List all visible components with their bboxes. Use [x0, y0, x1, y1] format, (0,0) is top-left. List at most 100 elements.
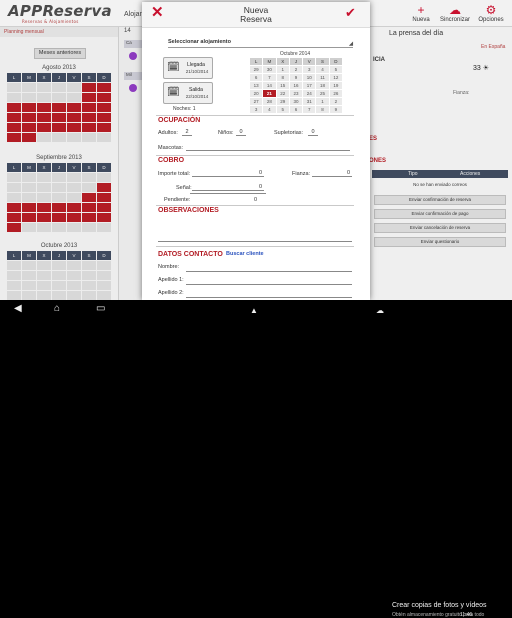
calendar-september[interactable]: LMXJVSD — [7, 163, 111, 232]
free-day-cell[interactable] — [37, 261, 51, 270]
occupied-day-cell[interactable] — [7, 113, 21, 122]
calendar-day[interactable]: 6 — [250, 74, 263, 81]
calendar-day[interactable]: 25 — [316, 90, 329, 97]
calendar-day[interactable]: 10 — [303, 74, 316, 81]
occupied-day-cell[interactable] — [97, 93, 111, 102]
children-input[interactable]: 0 — [236, 128, 246, 136]
free-day-cell[interactable] — [67, 133, 81, 142]
free-day-cell[interactable] — [22, 173, 36, 182]
occupied-day-cell[interactable] — [97, 83, 111, 92]
free-day-cell[interactable] — [97, 281, 111, 290]
calendar-day[interactable]: 9 — [289, 74, 303, 81]
send-booking-confirmation-button[interactable]: Enviar confirmación de reserva — [374, 195, 506, 205]
options-action[interactable]: ⚙ Opciones — [476, 4, 506, 24]
calendar-day[interactable]: 17 — [303, 82, 316, 89]
free-day-cell[interactable] — [67, 271, 81, 280]
free-day-cell[interactable] — [67, 261, 81, 270]
occupied-day-cell[interactable] — [22, 113, 36, 122]
occupied-day-cell[interactable] — [97, 183, 111, 192]
calendar-day[interactable]: 11 — [316, 74, 329, 81]
free-day-cell[interactable] — [7, 183, 21, 192]
free-day-cell[interactable] — [97, 173, 111, 182]
free-day-cell[interactable] — [7, 281, 21, 290]
calendar-day[interactable]: 30 — [289, 98, 303, 105]
occupied-day-cell[interactable] — [7, 123, 21, 132]
arrival-date-button[interactable]: 🗓 Llegada 21/10/2014 — [163, 57, 213, 79]
free-day-cell[interactable] — [67, 93, 81, 102]
free-day-cell[interactable] — [82, 271, 96, 280]
down-payment-input[interactable]: 0 — [192, 183, 264, 191]
calendar-day[interactable]: 3 — [250, 106, 263, 113]
free-day-cell[interactable] — [7, 193, 21, 202]
occupied-day-cell[interactable] — [82, 113, 96, 122]
sync-action[interactable]: ☁ Sincronizar — [440, 4, 470, 24]
departure-date-button[interactable]: 🗓 Salida 22/10/2014 — [163, 82, 213, 104]
free-day-cell[interactable] — [7, 271, 21, 280]
free-day-cell[interactable] — [97, 291, 111, 300]
occupied-day-cell[interactable] — [67, 203, 81, 212]
occupied-day-cell[interactable] — [97, 123, 111, 132]
free-day-cell[interactable] — [7, 83, 21, 92]
free-day-cell[interactable] — [22, 223, 36, 232]
calendar-day[interactable]: 12 — [329, 74, 342, 81]
new-reservation-action[interactable]: + Nueva — [406, 4, 436, 24]
free-day-cell[interactable] — [82, 223, 96, 232]
free-day-cell[interactable] — [82, 281, 96, 290]
free-day-cell[interactable] — [52, 271, 66, 280]
free-day-cell[interactable] — [37, 173, 51, 182]
free-day-cell[interactable] — [82, 261, 96, 270]
free-day-cell[interactable] — [52, 281, 66, 290]
free-day-cell[interactable] — [7, 261, 21, 270]
occupied-day-cell[interactable] — [97, 193, 111, 202]
occupied-day-cell[interactable] — [82, 93, 96, 102]
calendar-day[interactable]: 6 — [289, 106, 303, 113]
calendar-day[interactable]: 22 — [276, 90, 289, 97]
occupied-day-cell[interactable] — [22, 103, 36, 112]
deposit-input[interactable]: 0 — [312, 169, 352, 177]
extra-beds-input[interactable]: 0 — [308, 128, 318, 136]
backup-notification-title[interactable]: Crear copias de fotos y vídeos — [392, 602, 487, 609]
calendar-day[interactable]: 18 — [316, 82, 329, 89]
occupied-day-cell[interactable] — [97, 213, 111, 222]
free-day-cell[interactable] — [37, 193, 51, 202]
calendar-day[interactable]: 8 — [276, 74, 289, 81]
occupied-day-cell[interactable] — [67, 213, 81, 222]
occupied-day-cell[interactable] — [22, 213, 36, 222]
calendar-day[interactable]: 31 — [303, 98, 316, 105]
send-payment-confirmation-button[interactable]: Enviar confirmación de pago — [374, 209, 506, 219]
occupied-day-cell[interactable] — [67, 113, 81, 122]
occupied-day-cell[interactable] — [7, 203, 21, 212]
calendar-day[interactable]: 16 — [289, 82, 303, 89]
occupied-day-cell[interactable] — [97, 113, 111, 122]
surname1-input[interactable] — [186, 277, 352, 285]
free-day-cell[interactable] — [67, 291, 81, 300]
free-day-cell[interactable] — [52, 261, 66, 270]
calendar-day[interactable]: 23 — [289, 90, 303, 97]
free-day-cell[interactable] — [67, 223, 81, 232]
calendar-day[interactable]: 1 — [276, 66, 289, 73]
free-day-cell[interactable] — [37, 223, 51, 232]
free-day-cell[interactable] — [67, 183, 81, 192]
calendar-day[interactable]: 9 — [329, 106, 342, 113]
calendar-day[interactable]: 28 — [263, 98, 276, 105]
occupied-day-cell[interactable] — [37, 103, 51, 112]
checkmark-icon[interactable]: ✔ — [345, 6, 356, 20]
occupied-day-cell[interactable] — [97, 103, 111, 112]
reservation-dot[interactable] — [129, 52, 137, 60]
free-day-cell[interactable] — [22, 291, 36, 300]
free-day-cell[interactable] — [22, 193, 36, 202]
free-day-cell[interactable] — [52, 93, 66, 102]
free-day-cell[interactable] — [97, 271, 111, 280]
free-day-cell[interactable] — [52, 291, 66, 300]
total-amount-input[interactable]: 0 — [192, 169, 264, 177]
press-title[interactable]: La prensa del día — [389, 30, 443, 37]
free-day-cell[interactable] — [22, 261, 36, 270]
calendar-day[interactable]: 8 — [316, 106, 329, 113]
occupied-day-cell[interactable] — [52, 123, 66, 132]
free-day-cell[interactable] — [67, 173, 81, 182]
calendar-day[interactable]: 26 — [329, 90, 342, 97]
free-day-cell[interactable] — [7, 173, 21, 182]
free-day-cell[interactable] — [7, 93, 21, 102]
back-icon[interactable]: ◀ — [14, 303, 22, 315]
calendar-august[interactable]: LMXJVSD — [7, 73, 111, 142]
